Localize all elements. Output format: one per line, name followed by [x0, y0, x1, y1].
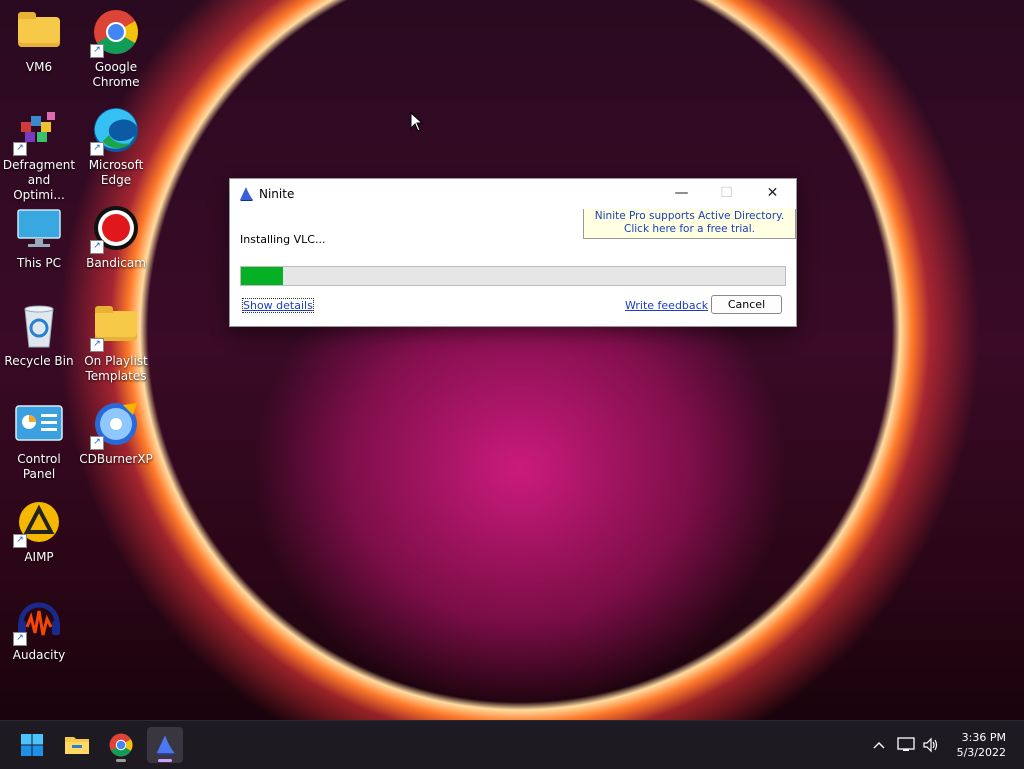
desktop-icon-label: CDBurnerXP [79, 452, 153, 466]
desktop-icon-label: AIMP [24, 550, 54, 564]
desktop-icon-microsoft-edge[interactable]: ↗ Microsoft Edge [78, 106, 154, 188]
network-button[interactable] [895, 721, 917, 769]
system-clock[interactable]: 3:36 PM 5/3/2022 [957, 730, 1006, 760]
show-details-link[interactable]: Show details [242, 298, 314, 313]
desktop-icon-bandicam[interactable]: ↗ Bandicam [78, 204, 154, 271]
progress-fill [241, 267, 283, 285]
ninite-icon [240, 187, 253, 201]
cd-disc-icon: ↗ [90, 400, 140, 450]
maximize-button[interactable]: ☐ [704, 179, 749, 208]
monitor-icon [15, 204, 63, 252]
file-explorer-icon [65, 737, 89, 754]
desktop-icon-label: Defragment and Optimi... [2, 158, 76, 202]
promo-line-2: Click here for a free trial. [624, 223, 755, 235]
minimize-button[interactable]: — [659, 179, 704, 208]
running-indicator [116, 759, 126, 762]
desktop-icon-label: VM6 [25, 60, 53, 74]
defragment-icon: ↗ [13, 106, 63, 156]
desktop-icon-control-panel[interactable]: Control Panel [1, 400, 77, 482]
shortcut-arrow-icon: ↗ [90, 338, 104, 352]
desktop-icon-cdburnerxp[interactable]: ↗ CDBurnerXP [78, 400, 154, 467]
start-button[interactable] [14, 727, 50, 763]
chrome-icon: ↗ [90, 8, 140, 58]
window-title: Ninite [259, 187, 295, 201]
desktop-icon-on-playlist-templates[interactable]: ↗ On Playlist Templates [78, 302, 154, 384]
start-icon [21, 734, 43, 756]
desktop-icon-defragment[interactable]: ↗ Defragment and Optimi... [1, 106, 77, 203]
control-panel-icon [15, 400, 63, 448]
mouse-cursor-icon [410, 112, 424, 132]
install-status: Installing VLC... [240, 233, 326, 246]
active-indicator [158, 759, 172, 762]
shortcut-arrow-icon: ↗ [13, 142, 27, 156]
edge-icon: ↗ [90, 106, 140, 156]
desktop-icon-vm6[interactable]: VM6 [1, 8, 77, 75]
desktop-icon-label: On Playlist Templates [84, 354, 148, 383]
network-icon [897, 737, 915, 751]
desktop-icon-label: Control Panel [17, 452, 61, 481]
close-button[interactable]: ✕ [750, 179, 795, 208]
shortcut-arrow-icon: ↗ [13, 534, 27, 548]
clock-time: 3:36 PM [961, 731, 1006, 744]
desktop-icon-label: Google Chrome [92, 60, 140, 89]
folder-icon [15, 8, 63, 56]
shortcut-arrow-icon: ↗ [13, 632, 27, 646]
desktop-icon-label: Audacity [12, 648, 66, 662]
chrome-icon [109, 733, 133, 757]
title-bar[interactable]: Ninite — ☐ ✕ [230, 179, 796, 209]
cancel-button[interactable]: Cancel [711, 295, 782, 314]
folder-icon: ↗ [90, 302, 140, 352]
taskbar-file-explorer[interactable] [59, 727, 95, 763]
ninite-icon [156, 735, 175, 755]
taskbar-chrome[interactable] [103, 727, 139, 763]
aimp-icon: ↗ [13, 498, 63, 548]
desktop-icon-aimp[interactable]: ↗ AIMP [1, 498, 77, 565]
chevron-up-icon [873, 742, 885, 749]
show-hidden-icons-button[interactable] [868, 721, 890, 769]
desktop-icon-google-chrome[interactable]: ↗ Google Chrome [78, 8, 154, 90]
clock-date: 5/3/2022 [956, 746, 1006, 759]
promo-line-1: Ninite Pro supports Active Directory. [594, 210, 785, 222]
audacity-icon: ↗ [13, 596, 63, 646]
ninite-pro-promo-link[interactable]: Ninite Pro supports Active Directory. Cl… [583, 209, 796, 239]
volume-icon [923, 737, 938, 753]
ninite-dialog: Ninite — ☐ ✕ Ninite Pro supports Active … [229, 178, 797, 327]
desktop-icon-this-pc[interactable]: This PC [1, 204, 77, 271]
taskbar-ninite[interactable] [147, 727, 183, 763]
shortcut-arrow-icon: ↗ [90, 436, 104, 450]
desktop-icon-label: This PC [17, 256, 61, 270]
desktop-icon-label: Recycle Bin [4, 354, 74, 368]
record-icon: ↗ [90, 204, 140, 254]
desktop-icon-label: Bandicam [86, 256, 146, 270]
desktop-icon-audacity[interactable]: ↗ Audacity [1, 596, 77, 663]
volume-button[interactable] [920, 721, 942, 769]
write-feedback-link[interactable]: Write feedback [625, 299, 708, 312]
install-progress-bar [240, 266, 786, 286]
taskbar: 3:36 PM 5/3/2022 [0, 720, 1024, 769]
shortcut-arrow-icon: ↗ [90, 142, 104, 156]
recycle-bin-icon [15, 302, 63, 350]
desktop-icon-recycle-bin[interactable]: Recycle Bin [1, 302, 77, 369]
desktop-icon-label: Microsoft Edge [88, 158, 144, 187]
shortcut-arrow-icon: ↗ [90, 240, 104, 254]
shortcut-arrow-icon: ↗ [90, 44, 104, 58]
